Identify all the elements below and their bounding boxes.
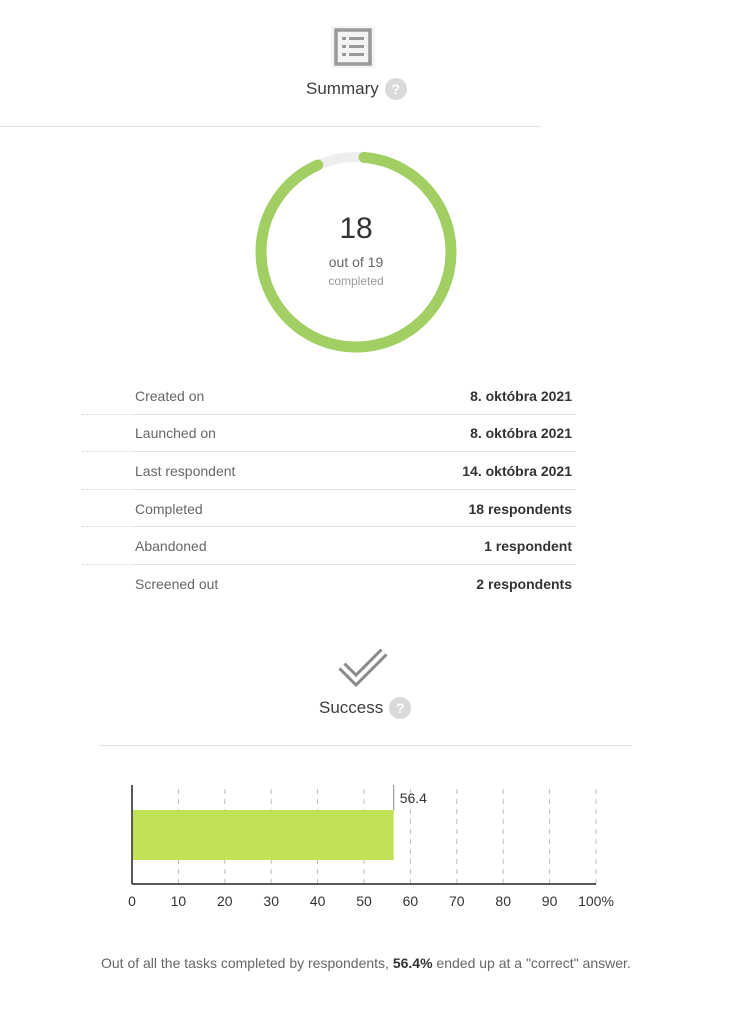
completed-count: 18 [339,212,373,245]
x-tick-label: 30 [263,893,279,909]
donut-center: 18 out of 19 completed [252,148,460,356]
x-tick-label: 60 [403,893,419,909]
completed-caption: completed [328,274,384,288]
stat-row-created: Created on 8. októbra 2021 [82,377,576,415]
stat-row-abandoned: Abandoned 1 respondent [82,527,576,565]
stat-row-last-respondent: Last respondent 14. októbra 2021 [82,452,576,490]
success-header: Success ? [319,697,412,719]
data-label: 56.4 [400,790,427,806]
divider [99,745,632,746]
summary-header: Summary ? [306,78,407,100]
bar [133,810,394,860]
divider [0,126,541,127]
stat-value: 8. októbra 2021 [470,387,572,404]
x-tick-label: 50 [356,893,372,909]
stats-table: Created on 8. októbra 2021 Launched on 8… [82,377,576,603]
x-tick-label: 80 [495,893,511,909]
x-tick-label: 40 [310,893,326,909]
completed-total: out of 19 [328,254,384,270]
note-suffix: ended up at a "correct" answer. [432,955,631,971]
stat-value: 18 respondents [468,500,572,517]
x-tick-label: 20 [217,893,233,909]
stat-value: 8. októbra 2021 [470,425,572,442]
x-tick-label: 10 [171,893,187,909]
stat-label: Last respondent [135,462,236,479]
stat-label: Created on [135,387,205,404]
stat-label: Screened out [135,575,219,592]
x-tick-label: 100% [578,893,614,909]
stat-row-completed: Completed 18 respondents [82,490,576,528]
stat-label: Completed [135,500,203,517]
note-prefix: Out of all the tasks completed by respon… [101,955,393,971]
x-tick-label: 90 [542,893,558,909]
stat-label: Launched on [135,425,216,442]
stat-row-screened-out: Screened out 2 respondents [82,565,576,603]
list-icon [331,26,375,68]
success-note: Out of all the tasks completed by respon… [101,952,641,974]
stat-row-launched: Launched on 8. októbra 2021 [82,415,576,453]
stat-value: 14. októbra 2021 [462,462,572,479]
success-bar-chart: 56.4 0 10 20 30 40 50 60 70 80 90 100% [128,785,614,909]
help-icon[interactable]: ? [384,78,407,100]
stat-label: Abandoned [135,538,207,555]
help-icon[interactable]: ? [389,697,412,719]
x-tick-label: 0 [128,893,136,909]
stat-value: 1 respondent [484,538,572,555]
note-value: 56.4% [392,955,433,971]
summary-title: Summary [306,79,379,98]
success-title: Success [319,698,384,717]
x-tick-label: 70 [449,893,465,909]
checkmark-icon [336,644,390,688]
stat-value: 2 respondents [476,575,572,592]
